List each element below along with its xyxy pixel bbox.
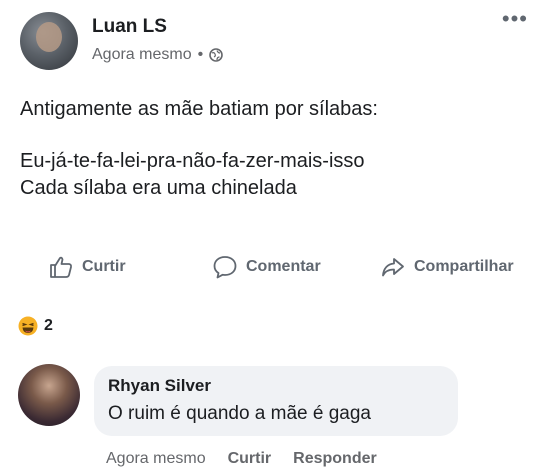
like-label: Curtir	[82, 258, 126, 275]
meta-separator: •	[197, 46, 204, 63]
reactions-summary[interactable]: 2	[18, 316, 53, 336]
thumbs-up-icon	[50, 256, 72, 278]
author-avatar[interactable]	[20, 12, 78, 70]
comment-author[interactable]: Rhyan Silver	[108, 376, 211, 396]
post-text-line: Antigamente as mãe batiam por sílabas:	[20, 98, 378, 120]
post-header: Luan LS Agora mesmo • •••	[18, 8, 532, 74]
share-label: Compartilhar	[414, 258, 514, 275]
comment-bubble: Rhyan Silver O ruim é quando a mãe é gag…	[94, 366, 458, 436]
post-timestamp[interactable]: Agora mesmo	[92, 46, 192, 64]
like-button[interactable]: Curtir	[48, 254, 126, 280]
haha-emoji-icon	[18, 316, 38, 336]
comment-timestamp[interactable]: Agora mesmo	[106, 450, 206, 468]
post-text-line: Eu-já-te-fa-lei-pra-não-fa-zer-mais-isso	[20, 150, 365, 172]
post-meta: Agora mesmo •	[92, 46, 224, 64]
comment-meta: Agora mesmo Curtir Responder	[106, 450, 377, 468]
post-actions: Curtir Comentar Compartilhar	[0, 248, 550, 284]
more-options-icon[interactable]: •••	[502, 8, 528, 30]
share-button[interactable]: Compartilhar	[380, 254, 514, 280]
globe-icon	[209, 48, 224, 62]
share-arrow-icon	[382, 258, 404, 277]
comment-reply-link[interactable]: Responder	[293, 450, 377, 468]
comment-button[interactable]: Comentar	[212, 254, 321, 280]
comment-text: O ruim é quando a mãe é gaga	[108, 403, 372, 424]
reaction-count: 2	[44, 317, 53, 334]
comment-label: Comentar	[246, 258, 321, 275]
comment-like-link[interactable]: Curtir	[228, 450, 272, 468]
author-name[interactable]: Luan LS	[92, 16, 167, 38]
post-body: Antigamente as mãe batiam por sílabas: E…	[20, 96, 530, 202]
comment-icon	[213, 256, 237, 279]
commenter-avatar[interactable]	[18, 364, 80, 426]
post-text-line: Cada sílaba era uma chinelada	[20, 177, 297, 199]
